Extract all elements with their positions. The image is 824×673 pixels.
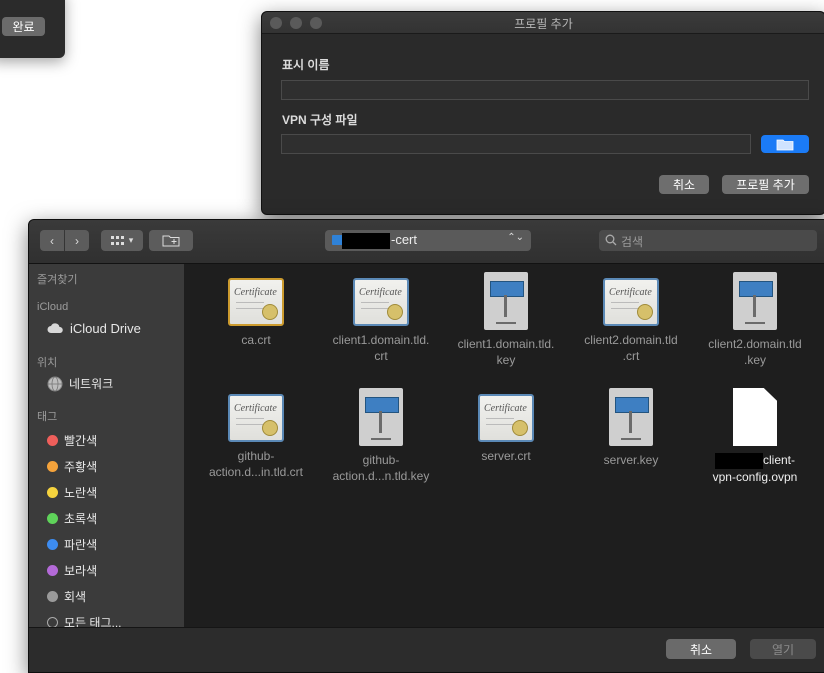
cloud-icon (47, 323, 63, 333)
tag-label: 파란색 (64, 538, 98, 552)
blue-tag-dot-icon (47, 539, 58, 550)
sidebar-tag-gray[interactable]: 회색 (47, 588, 86, 605)
file-item[interactable]: github- action.d...n.tld.key (321, 388, 441, 484)
path-label: -cert (391, 232, 417, 247)
file-item[interactable]: Certificate ca.crt (196, 278, 316, 348)
certificate-icon: Certificate (353, 278, 409, 326)
display-name-field[interactable] (281, 80, 809, 100)
sidebar-tag-orange[interactable]: 주황색 (47, 458, 97, 475)
chevron-right-icon: › (75, 233, 79, 248)
file-item[interactable]: Certificate client1.domain.tld. crt (321, 278, 441, 364)
back-button[interactable]: ‹ (40, 230, 64, 251)
keynote-icon (359, 388, 403, 446)
file-name: server.crt (481, 449, 531, 463)
tag-label: 보라색 (64, 564, 98, 578)
new-folder-button[interactable] (149, 230, 193, 251)
file-name: client2.domain.tld .key (708, 337, 802, 367)
dialog-title: 프로필 추가 (514, 17, 573, 31)
display-name-label: 표시 이름 (282, 58, 330, 72)
gray-tag-dot-icon (47, 591, 58, 602)
keynote-icon (609, 388, 653, 446)
green-tag-dot-icon (47, 513, 58, 524)
panel-bottom-bar: 취소 열기 (29, 627, 824, 672)
tags-header: 태그 (37, 411, 58, 423)
file-name: server.key (603, 453, 659, 467)
sidebar-item-label: 네트워크 (69, 377, 114, 391)
add-profile-dialog: 프로필 추가 표시 이름 VPN 구성 파일 취소 프로필 추가 (261, 11, 824, 215)
grid-view-icon (110, 235, 124, 245)
orange-tag-dot-icon (47, 461, 58, 472)
done-button[interactable]: 완료 (2, 17, 45, 36)
view-mode-button[interactable]: ▾ (101, 230, 143, 251)
forward-button[interactable]: › (65, 230, 89, 251)
search-icon (605, 234, 617, 246)
tag-label: 회색 (64, 590, 87, 604)
sidebar-tag-red[interactable]: 빨간색 (47, 432, 97, 449)
sidebar-tag-green[interactable]: 초록색 (47, 510, 97, 527)
path-popup[interactable]: -cert ⌃⌄ (325, 230, 531, 251)
file-grid: Certificate ca.crt Certificate client1.d… (185, 264, 824, 627)
file-item[interactable]: Certificate client2.domain.tld .crt (571, 278, 691, 364)
new-folder-icon (162, 235, 180, 247)
vpn-file-field[interactable] (281, 134, 751, 154)
certificate-icon: Certificate (478, 394, 534, 442)
chevron-left-icon: ‹ (50, 233, 54, 248)
file-item[interactable]: client1.domain.tld. key (446, 272, 566, 368)
sidebar-tag-purple[interactable]: 보라색 (47, 562, 97, 579)
file-item[interactable]: server.key (571, 388, 691, 468)
finder-sidebar: 즐겨찾기 iCloud iCloud Drive 위치 네트워크 태그 빨간색 … (29, 264, 184, 664)
folder-icon (776, 139, 794, 150)
search-placeholder: 검색 (621, 235, 644, 249)
file-name: client1.domain.tld. crt (332, 333, 430, 363)
keynote-icon (484, 272, 528, 330)
yellow-tag-dot-icon (47, 487, 58, 498)
certificate-icon: Certificate (228, 278, 284, 326)
file-name: client- vpn-config.ovpn (695, 452, 815, 485)
file-item[interactable]: Certificate server.crt (446, 394, 566, 464)
file-open-panel: ‹ › ▾ -cert ⌃⌄ 검색 즐겨찾기 iCloud iCloud Dri… (28, 219, 824, 673)
red-tag-dot-icon (47, 435, 58, 446)
search-input[interactable]: 검색 (599, 230, 817, 251)
file-item[interactable]: Certificate github- action.d...in.tld.cr… (196, 394, 316, 480)
file-name: client1.domain.tld. key (457, 337, 555, 367)
vpn-file-label: VPN 구성 파일 (282, 113, 358, 127)
certificate-icon: Certificate (603, 278, 659, 326)
redacted-path (342, 233, 390, 249)
locations-header: 위치 (37, 357, 58, 369)
background-window: 완료 (0, 0, 65, 58)
document-icon (733, 388, 777, 446)
dialog-titlebar: 프로필 추가 (262, 12, 824, 34)
sidebar-item-label: iCloud Drive (70, 321, 141, 336)
file-name: client2.domain.tld .crt (584, 333, 678, 363)
sidebar-item-network[interactable]: 네트워크 (47, 375, 113, 392)
file-name: github- action.d...n.tld.key (332, 453, 430, 483)
keynote-icon (733, 272, 777, 330)
file-item[interactable]: client2.domain.tld .key (695, 272, 815, 368)
sidebar-tag-yellow[interactable]: 노란색 (47, 484, 97, 501)
add-profile-button[interactable]: 프로필 추가 (722, 175, 809, 194)
finder-toolbar: ‹ › ▾ -cert ⌃⌄ 검색 (29, 220, 824, 264)
tag-label: 노란색 (64, 486, 98, 500)
certificate-icon: Certificate (228, 394, 284, 442)
browse-folder-button[interactable] (761, 135, 809, 153)
redacted-filename (714, 452, 763, 469)
icloud-header: iCloud (37, 301, 69, 313)
chevron-down-icon: ▾ (128, 235, 134, 245)
dialog-cancel-button[interactable]: 취소 (659, 175, 709, 194)
file-name: ca.crt (241, 333, 271, 347)
file-item-selected[interactable]: client- vpn-config.ovpn (695, 388, 815, 485)
updown-chevron-icon: ⌃⌄ (507, 232, 524, 243)
favorites-header: 즐겨찾기 (37, 274, 78, 286)
tag-label: 빨간색 (64, 434, 98, 448)
file-name: github- action.d...in.tld.crt (208, 449, 304, 479)
globe-icon (47, 376, 63, 391)
sidebar-tag-blue[interactable]: 파란색 (47, 536, 97, 553)
tag-label: 주황색 (64, 460, 98, 474)
panel-cancel-button[interactable]: 취소 (666, 639, 736, 659)
open-button[interactable]: 열기 (750, 639, 816, 659)
tag-label: 초록색 (64, 512, 98, 526)
purple-tag-dot-icon (47, 565, 58, 576)
sidebar-item-icloud-drive[interactable]: iCloud Drive (47, 321, 141, 336)
